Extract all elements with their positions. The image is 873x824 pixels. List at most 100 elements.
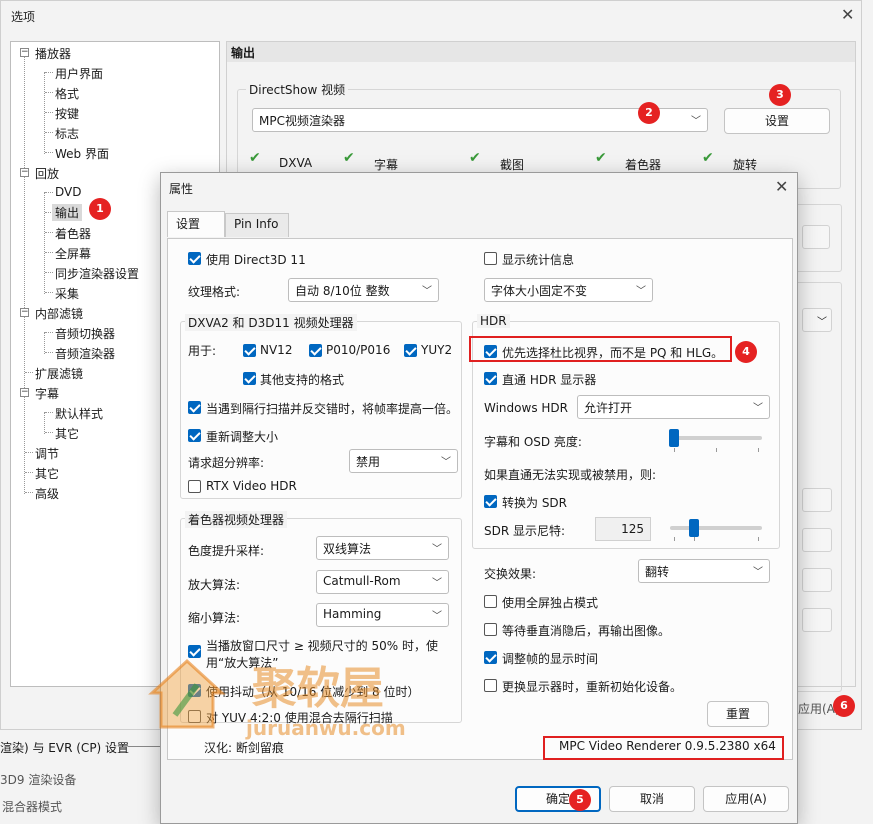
check-mark-icon: ✔ bbox=[469, 150, 481, 166]
other-formats-checkbox[interactable] bbox=[243, 372, 256, 385]
tree-connector bbox=[45, 192, 53, 193]
slider-tick bbox=[758, 448, 759, 452]
tab-pin-info[interactable]: Pin Info bbox=[225, 213, 289, 237]
osd-brightness-slider[interactable] bbox=[670, 436, 762, 440]
renderer-settings-button[interactable]: 设置 bbox=[724, 108, 830, 134]
shader-group-label: 着色器视频处理器 bbox=[185, 511, 288, 528]
tree-internal-filters[interactable]: 内部滤镜 bbox=[35, 305, 83, 322]
tree-connector bbox=[25, 372, 33, 373]
hidden-combo: ﹀ bbox=[802, 308, 832, 332]
tree-connector bbox=[25, 492, 33, 493]
mixer-mode-label: 混合器模式 bbox=[2, 800, 63, 814]
cancel-button[interactable]: 取消 bbox=[609, 786, 695, 812]
yuy2-checkbox[interactable] bbox=[404, 344, 417, 357]
reinit-checkbox[interactable] bbox=[484, 679, 497, 692]
divider bbox=[128, 746, 160, 747]
tree-connector bbox=[45, 412, 53, 413]
tree-playback[interactable]: 回放 bbox=[35, 165, 59, 182]
windows-hdr-combo[interactable]: 允许打开 ﹀ bbox=[577, 395, 770, 419]
reset-button[interactable]: 重置 bbox=[707, 701, 769, 727]
tree-capture[interactable]: 采集 bbox=[55, 285, 79, 302]
passthrough-checkbox[interactable] bbox=[484, 372, 497, 385]
rtx-hdr-checkbox[interactable] bbox=[188, 480, 201, 493]
collapse-icon[interactable]: − bbox=[20, 388, 29, 397]
tree-shaders[interactable]: 着色器 bbox=[55, 225, 91, 242]
feature-dxva: DXVA bbox=[279, 156, 313, 170]
collapse-icon[interactable]: − bbox=[20, 168, 29, 177]
dialog-title: 属性 bbox=[169, 182, 194, 196]
check-mark-icon: ✔ bbox=[702, 150, 714, 166]
chevron-down-icon: ﹀ bbox=[691, 116, 701, 127]
tab-settings[interactable]: 设置 bbox=[167, 211, 225, 237]
close-icon[interactable]: ✕ bbox=[841, 5, 854, 24]
credits-label: 汉化: 断剑留痕 bbox=[204, 741, 284, 755]
sdr-nits-slider[interactable] bbox=[670, 526, 762, 530]
tree-audio-switcher[interactable]: 音频切换器 bbox=[55, 325, 115, 342]
hidden-field bbox=[802, 568, 832, 592]
tree-default-style[interactable]: 默认样式 bbox=[55, 405, 103, 422]
superres-combo[interactable]: 禁用 ﹀ bbox=[349, 449, 458, 473]
tree-dvd[interactable]: DVD bbox=[55, 185, 81, 199]
feature-shaders: 着色器 bbox=[625, 158, 662, 172]
fallback-note: 如果直通无法实现或被禁用，则: bbox=[484, 468, 657, 482]
downscale-combo[interactable]: Hamming ﹀ bbox=[316, 603, 449, 627]
exclusive-fullscreen-checkbox[interactable] bbox=[484, 595, 497, 608]
collapse-icon[interactable]: − bbox=[20, 48, 29, 57]
close-icon[interactable]: ✕ bbox=[775, 177, 788, 196]
sdr-nits-value[interactable]: 125 bbox=[595, 517, 651, 541]
tree-guide bbox=[44, 72, 45, 154]
tree-audio-renderer[interactable]: 音频渲染器 bbox=[55, 345, 115, 362]
tree-fullscreen[interactable]: 全屏幕 bbox=[55, 245, 91, 262]
highlight-prefer-dolby bbox=[469, 336, 732, 362]
annotation-badge: 6 bbox=[833, 695, 855, 717]
chroma-combo[interactable]: 双线算法 ﹀ bbox=[316, 536, 449, 560]
feature-screenshot: 截图 bbox=[500, 158, 525, 172]
tree-formats[interactable]: 格式 bbox=[55, 85, 79, 102]
tree-logo[interactable]: 标志 bbox=[55, 125, 79, 142]
watermark-url: juruanwu.com bbox=[246, 716, 406, 740]
annotation-badge: 4 bbox=[735, 341, 757, 363]
tree-external-filters[interactable]: 扩展滤镜 bbox=[35, 365, 83, 382]
p010-checkbox[interactable] bbox=[309, 344, 322, 357]
nv12-checkbox[interactable] bbox=[243, 344, 256, 357]
tree-player[interactable]: 播放器 bbox=[35, 45, 71, 62]
texture-format-combo[interactable]: 自动 8/10位 整数 ﹀ bbox=[288, 278, 439, 302]
sdr-nits-thumb[interactable] bbox=[689, 519, 699, 537]
tree-advanced[interactable]: 高级 bbox=[35, 485, 59, 502]
tree-tweaks[interactable]: 调节 bbox=[35, 445, 59, 462]
double-rate-label: 当遇到隔行扫描并反交错时，将帧率提高一倍。 bbox=[206, 402, 459, 416]
tree-subtitle-misc[interactable]: 其它 bbox=[55, 425, 79, 442]
show-stats-checkbox[interactable] bbox=[484, 252, 497, 265]
adjust-frame-checkbox[interactable] bbox=[484, 651, 497, 664]
hidden-field bbox=[802, 225, 830, 249]
tree-subtitles[interactable]: 字幕 bbox=[35, 385, 59, 402]
swap-effect-combo[interactable]: 翻转 ﹀ bbox=[638, 559, 770, 583]
tree-ui[interactable]: 用户界面 bbox=[55, 65, 103, 82]
apply-button[interactable]: 应用(A) bbox=[703, 786, 789, 812]
upscale-combo[interactable]: Catmull-Rom ﹀ bbox=[316, 570, 449, 594]
superres-value: 禁用 bbox=[356, 455, 381, 469]
tree-sync[interactable]: 同步渲染器设置 bbox=[55, 265, 139, 282]
convert-sdr-checkbox[interactable] bbox=[484, 495, 497, 508]
tree-keys[interactable]: 按键 bbox=[55, 105, 79, 122]
chevron-down-icon: ﹀ bbox=[432, 611, 442, 622]
use-d3d11-checkbox[interactable] bbox=[188, 252, 201, 265]
tree-output[interactable]: 输出 bbox=[52, 204, 83, 221]
tree-web[interactable]: Web 界面 bbox=[55, 145, 109, 162]
resize-label: 重新调整大小 bbox=[206, 430, 279, 444]
osd-brightness-thumb[interactable] bbox=[669, 429, 679, 447]
tree-connector bbox=[45, 432, 53, 433]
resize-checkbox[interactable] bbox=[188, 429, 201, 442]
slider-tick bbox=[674, 537, 675, 541]
wait-vblank-checkbox[interactable] bbox=[484, 623, 497, 636]
sdr-nits-label: SDR 显示尼特: bbox=[484, 524, 566, 538]
check-mark-icon: ✔ bbox=[249, 150, 261, 166]
tree-connector bbox=[45, 292, 53, 293]
font-size-combo[interactable]: 字体大小固定不变 ﹀ bbox=[484, 278, 653, 302]
double-rate-checkbox[interactable] bbox=[188, 401, 201, 414]
tree-misc[interactable]: 其它 bbox=[35, 465, 59, 482]
texture-format-label: 纹理格式: bbox=[188, 285, 241, 299]
annotation-badge: 1 bbox=[89, 198, 111, 220]
slider-tick bbox=[694, 537, 695, 541]
collapse-icon[interactable]: − bbox=[20, 308, 29, 317]
